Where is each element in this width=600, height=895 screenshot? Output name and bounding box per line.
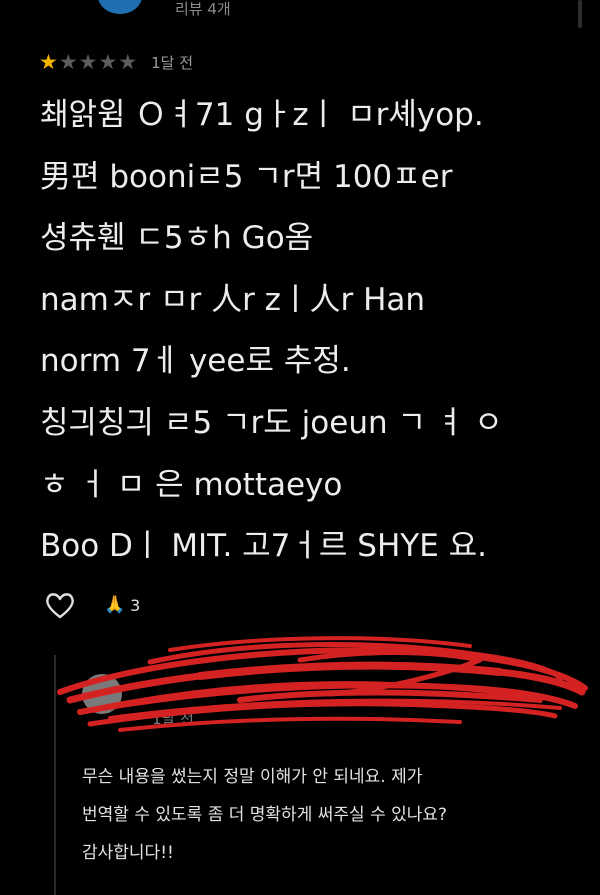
review-line: 칭긔칭긔 ㄹ5 ㄱr도 joeun ㄱ ㅕ ㅇ bbox=[40, 404, 503, 441]
review-text: 쵀앍윔 Ｏㅕ71 gㅏzㅣ ㅁr셰yop. 男편 booniㄹ5 ㄱr면 100… bbox=[40, 85, 503, 578]
review-line: namㅈr ㅁr 人r zㅣ人r Han bbox=[40, 281, 426, 318]
star-rating: ★ ★ ★ ★ ★ 1달 전 bbox=[39, 50, 193, 74]
review-line: Boo Dㅣ MIT. 고7ㅓ르 SHYE 요. bbox=[40, 528, 488, 565]
review-line: norm 7ㅔ yee로 추정. bbox=[40, 343, 351, 380]
review-age: 1달 전 bbox=[151, 53, 194, 72]
review-actions: 🙏 3 bbox=[44, 590, 140, 620]
reply-line: 번역할 수 있도록 좀 더 명확하게 써주실 수 있나요? bbox=[82, 805, 448, 825]
star-filled-icon: ★ bbox=[39, 50, 58, 74]
reply-avatar[interactable] bbox=[82, 674, 122, 714]
heart-outline-icon[interactable] bbox=[44, 590, 76, 620]
review-line: 男편 booniㄹ5 ㄱr면 100ㅍer bbox=[40, 158, 453, 195]
reply-text: 무슨 내용을 썼는지 정말 이해가 안 되네요. 제가 번역할 수 있도록 좀 … bbox=[82, 758, 447, 872]
star-empty-icon: ★ bbox=[78, 50, 98, 74]
reply-line: 감사합니다!! bbox=[82, 843, 174, 863]
reviewer-review-count: 리뷰 4개 bbox=[175, 0, 231, 18]
review-line: 쵀앍윔 Ｏㅕ71 gㅏzㅣ ㅁr셰yop. bbox=[40, 97, 484, 133]
review-line: ㅎ ㅓ ㅁ 은 mottaeyo bbox=[40, 466, 343, 503]
reply-age: 1달 전 bbox=[152, 710, 194, 728]
reaction-count: 3 bbox=[130, 595, 141, 615]
reply-thread-line bbox=[54, 655, 56, 895]
folded-hands-icon[interactable]: 🙏 bbox=[104, 595, 125, 615]
scrollbar-thumb[interactable] bbox=[578, 0, 582, 28]
review-line: 셩츄휀 ㄷ5ㅎh Go옴 bbox=[40, 220, 314, 257]
star-empty-icon: ★ bbox=[98, 50, 118, 74]
reply-line: 무슨 내용을 썼는지 정말 이해가 안 되네요. 제가 bbox=[82, 767, 423, 787]
star-empty-icon: ★ bbox=[118, 50, 138, 74]
star-empty-icon: ★ bbox=[58, 50, 78, 74]
reviewer-avatar[interactable] bbox=[98, 0, 142, 14]
